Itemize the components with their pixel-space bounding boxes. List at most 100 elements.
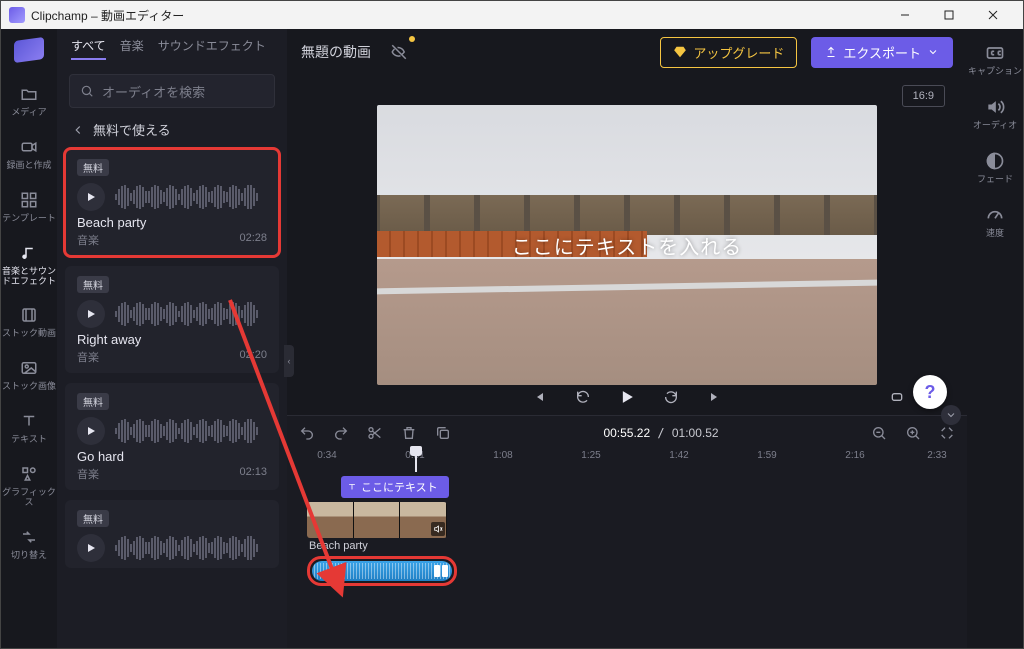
- window-titlebar: Clipchamp – 動画エディター: [1, 1, 1023, 29]
- back-arrow-icon: [71, 123, 85, 137]
- play-button[interactable]: [615, 385, 639, 409]
- waveform-icon: [115, 183, 267, 211]
- timeline-panel: 00:55.22 / 01:00.52 0:34 0:51 1:08 1:25 …: [287, 415, 967, 648]
- track-category: 音楽: [77, 349, 99, 365]
- audio-card[interactable]: 無料: [65, 500, 279, 568]
- collapse-preview-button[interactable]: [941, 405, 961, 425]
- gauge-icon: [985, 205, 1005, 225]
- play-button[interactable]: [77, 534, 105, 562]
- audio-card[interactable]: 無料 Beach party 音楽 02:28: [65, 149, 279, 256]
- nav-label: 音楽とサウンドエフェクト: [1, 267, 57, 287]
- ruler-tick: 2:16: [845, 450, 864, 461]
- nav-label: 切り替え: [11, 551, 47, 561]
- shapes-icon: [18, 463, 40, 485]
- prop-fade[interactable]: フェード: [977, 151, 1013, 185]
- audio-card[interactable]: 無料 Right away 音楽 02:20: [65, 266, 279, 373]
- search-input[interactable]: オーディオを検索: [69, 74, 275, 108]
- window-maximize-button[interactable]: [927, 1, 971, 29]
- breadcrumb-label: 無料で使える: [93, 120, 171, 139]
- free-badge: 無料: [77, 510, 109, 527]
- window-close-button[interactable]: [971, 1, 1015, 29]
- nav-label: グラフィックス: [1, 488, 57, 508]
- mute-icon[interactable]: [431, 522, 445, 536]
- text-clip[interactable]: ここにテキスト: [341, 476, 449, 498]
- aspect-ratio-button[interactable]: 16:9: [902, 85, 945, 107]
- track-duration: 02:28: [239, 232, 267, 248]
- library-breadcrumb[interactable]: 無料で使える: [57, 118, 287, 147]
- undo-button[interactable]: [297, 423, 317, 443]
- text-icon: [18, 410, 40, 432]
- playhead[interactable]: [415, 450, 417, 472]
- nav-graphics[interactable]: グラフィックス: [1, 463, 57, 508]
- collapse-library-button[interactable]: ‹: [284, 345, 294, 377]
- nav-music-sfx[interactable]: 音楽とサウンドエフェクト: [1, 242, 57, 287]
- nav-text[interactable]: テキスト: [11, 410, 47, 445]
- zoom-fit-button[interactable]: [937, 423, 957, 443]
- export-label: エクスポート: [843, 43, 921, 62]
- split-button[interactable]: [365, 423, 385, 443]
- audio-clip[interactable]: [312, 561, 452, 581]
- zoom-out-button[interactable]: [869, 423, 889, 443]
- music-note-icon: [18, 242, 40, 264]
- prop-captions[interactable]: キャプション: [968, 43, 1022, 77]
- upgrade-button[interactable]: アップグレード: [660, 37, 797, 68]
- premium-dot-icon: [409, 36, 415, 42]
- nav-media[interactable]: メディア: [11, 83, 46, 118]
- film-icon: [18, 304, 40, 326]
- audio-list: 無料 Beach party 音楽 02:28 無料: [57, 147, 287, 648]
- diamond-icon: [673, 45, 687, 59]
- tab-music[interactable]: 音楽: [120, 39, 144, 60]
- play-button[interactable]: [77, 300, 105, 328]
- ruler-tick: 1:25: [581, 450, 600, 461]
- redo-button[interactable]: [331, 423, 351, 443]
- skip-end-button[interactable]: [703, 385, 727, 409]
- rewind-5-button[interactable]: [571, 385, 595, 409]
- nav-label: メディア: [11, 108, 46, 118]
- ruler-tick: 2:33: [927, 450, 946, 461]
- properties-rail: キャプション オーディオ フェード 速度: [967, 29, 1023, 648]
- waveform-icon: [115, 300, 267, 328]
- video-clip[interactable]: [307, 502, 447, 538]
- export-button[interactable]: エクスポート: [811, 37, 953, 68]
- track-name: Right away: [77, 332, 267, 347]
- chevron-down-icon: [927, 46, 939, 58]
- loop-button[interactable]: [885, 385, 909, 409]
- free-badge: 無料: [77, 276, 109, 293]
- nav-transitions[interactable]: 切り替え: [11, 526, 47, 561]
- track-category: 音楽: [77, 232, 99, 248]
- timeline-ruler[interactable]: 0:34 0:51 1:08 1:25 1:42 1:59 2:16 2:33: [287, 450, 967, 472]
- play-button[interactable]: [77, 417, 105, 445]
- nav-templates[interactable]: テンプレート: [2, 189, 56, 224]
- waveform-icon: [115, 417, 267, 445]
- nav-stock-image[interactable]: ストック画像: [2, 357, 56, 392]
- timeline-tracks[interactable]: ここにテキスト Beach party: [287, 472, 967, 648]
- audio-card[interactable]: 無料 Go hard 音楽 02:13: [65, 383, 279, 490]
- nav-stock-video[interactable]: ストック動画: [2, 304, 56, 339]
- timeline-toolbar: 00:55.22 / 01:00.52: [287, 416, 967, 450]
- duplicate-button[interactable]: [433, 423, 453, 443]
- nav-label: テキスト: [11, 435, 47, 445]
- window-title: Clipchamp – 動画エディター: [31, 7, 184, 24]
- project-title[interactable]: 無題の動画: [301, 42, 371, 62]
- ruler-tick: 1:08: [493, 450, 512, 461]
- video-preview[interactable]: ここにテキストを入れる: [377, 105, 877, 385]
- delete-button[interactable]: [399, 423, 419, 443]
- topbar: 無題の動画 アップグレード エクスポート: [287, 29, 967, 75]
- play-button[interactable]: [77, 183, 105, 211]
- window-minimize-button[interactable]: [883, 1, 927, 29]
- transition-icon: [18, 526, 40, 548]
- help-button[interactable]: ?: [913, 375, 947, 409]
- visibility-toggle-button[interactable]: [385, 38, 413, 66]
- ruler-tick: 1:59: [757, 450, 776, 461]
- zoom-in-button[interactable]: [903, 423, 923, 443]
- prop-speed[interactable]: 速度: [985, 205, 1005, 239]
- fade-icon: [985, 151, 1005, 171]
- prop-audio[interactable]: オーディオ: [973, 97, 1017, 131]
- tab-all[interactable]: すべて: [71, 39, 106, 60]
- prop-label: オーディオ: [973, 121, 1017, 131]
- skip-start-button[interactable]: [527, 385, 551, 409]
- library-tabs: すべて 音楽 サウンドエフェクト: [57, 39, 287, 68]
- nav-record[interactable]: 録画と作成: [6, 136, 51, 171]
- tab-sfx[interactable]: サウンドエフェクト: [158, 39, 266, 60]
- forward-5-button[interactable]: [659, 385, 683, 409]
